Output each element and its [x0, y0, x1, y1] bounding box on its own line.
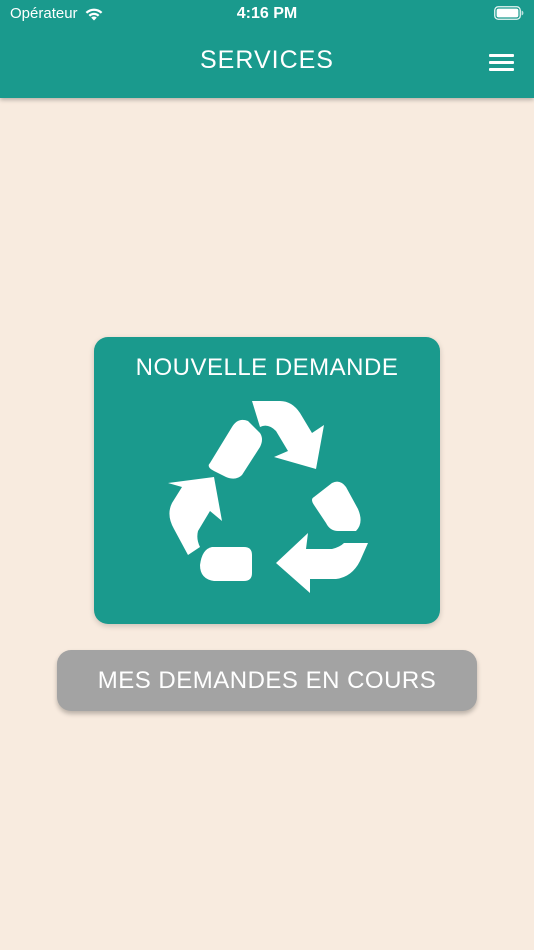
my-requests-button[interactable]: MES DEMANDES EN COURS [57, 650, 477, 711]
new-request-button[interactable]: NOUVELLE DEMANDE [94, 337, 440, 624]
app-header: Opérateur 4:16 PM SERVICES [0, 0, 534, 98]
my-requests-label: MES DEMANDES EN COURS [97, 666, 437, 694]
hamburger-menu-icon[interactable] [489, 52, 514, 72]
page-title: SERVICES [200, 46, 334, 74]
status-time: 4:16 PM [236, 5, 298, 22]
battery-icon [494, 6, 524, 20]
status-bar: Opérateur 4:16 PM [0, 0, 534, 28]
new-request-label: NOUVELLE DEMANDE [135, 354, 399, 381]
recycle-icon [168, 401, 368, 593]
